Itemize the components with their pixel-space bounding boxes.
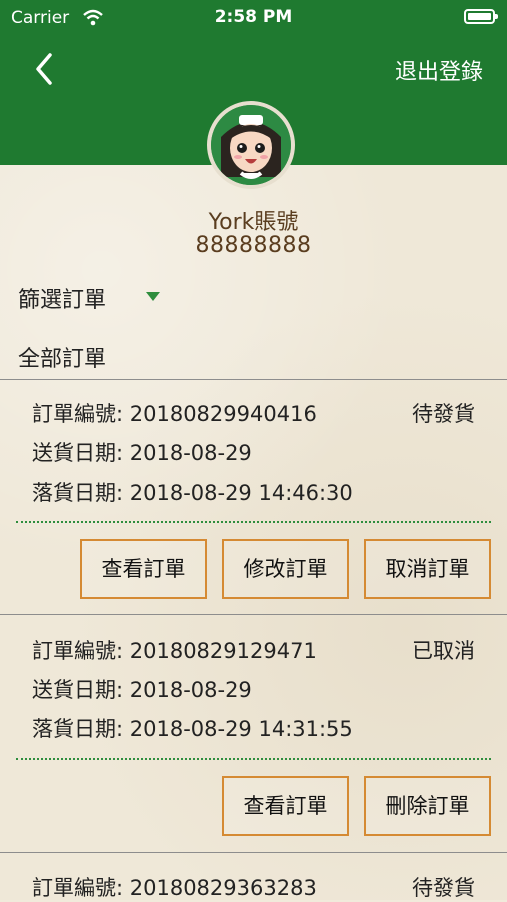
order-status: 待發貨 [412,876,475,900]
order-number: 訂單編號: 20180829363283 [32,876,317,900]
order-card: 訂單編號: 20180829940416 待發貨 送貨日期: 2018-08-2… [0,380,507,614]
avatar [207,101,295,189]
view-order-button[interactable]: 查看訂單 [222,776,349,836]
account-name: York賬號 [208,210,299,235]
view-order-button[interactable]: 查看訂單 [80,539,207,599]
filter-orders-dropdown[interactable]: 篩選訂單 [18,282,106,314]
delivery-date: 送貨日期: 2018-08-29 [32,678,252,702]
placed-date: 落貨日期: 2018-08-29 14:31:55 [32,717,353,741]
back-button[interactable] [30,52,60,86]
battery-icon [464,9,498,24]
status-bar: Carrier 2:58 PM [0,0,507,36]
order-status: 已取消 [412,639,475,663]
logout-button[interactable]: 退出登錄 [395,54,483,86]
delivery-date: 送貨日期: 2018-08-29 [32,441,252,465]
user-avatar-icon [211,105,291,185]
cancel-order-button[interactable]: 取消訂單 [364,539,491,599]
clock-time: 2:58 PM [214,7,293,27]
dotted-divider [16,758,491,760]
selected-filter-label: 全部訂單 [18,347,107,372]
edit-order-button[interactable]: 修改訂單 [222,539,349,599]
order-card: 訂單編號: 20180829129471 已取消 送貨日期: 2018-08-2… [0,615,507,852]
dotted-divider [16,521,491,523]
account-number: 88888888 [195,233,312,258]
dropdown-arrow-icon[interactable] [146,292,160,301]
order-number: 訂單編號: 20180829940416 [32,402,317,426]
order-number: 訂單編號: 20180829129471 [32,639,317,663]
placed-date: 落貨日期: 2018-08-29 14:46:30 [32,481,353,505]
order-status: 待發貨 [412,402,475,426]
order-card: 訂單編號: 20180829363283 待發貨 [0,853,507,900]
chevron-left-icon [36,53,52,85]
delete-order-button[interactable]: 刪除訂單 [364,776,491,836]
